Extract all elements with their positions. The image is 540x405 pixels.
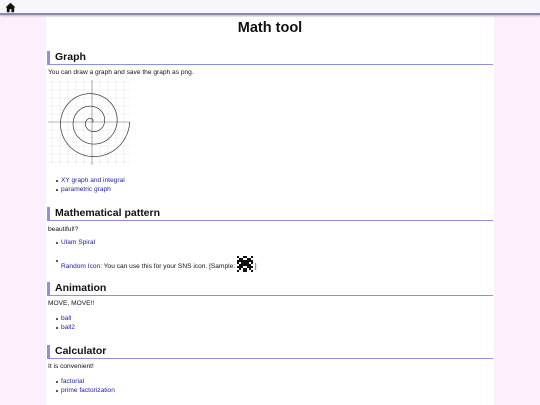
link-ulam-spiral[interactable]: Ulam Spiral [61,239,95,246]
animation-description: MOVE, MOVE!! [48,300,95,307]
main-content: Math tool Graph You can draw a graph and… [46,17,494,405]
list-item: Random Icon: You can use this for your S… [56,247,257,272]
random-icon-note: : You can use this for your SNS icon. [S… [100,263,236,270]
graph-links: XY graph and integral parametric graph [56,176,125,194]
spiral-graph-image [48,80,130,165]
list-item: ball [56,314,75,323]
list-item: factorial [56,377,115,386]
link-parametric-graph[interactable]: parametric graph [61,186,111,193]
random-icon-close: ] [254,263,257,270]
animation-links: ball ball2 [56,314,75,332]
section-heading-calculator: Calculator [47,345,493,359]
section-heading-animation: Animation [47,282,493,296]
list-item: prime factorization [56,386,115,395]
home-icon[interactable] [5,2,16,13]
list-item: parametric graph [56,185,125,194]
pattern-links: Ulam Spiral Random Icon: You can use thi… [56,238,257,272]
random-pattern-icon [236,256,253,272]
list-item: XY graph and integral [56,176,125,185]
link-ball2[interactable]: ball2 [61,324,75,331]
calculator-links: factorial prime factorization [56,377,115,395]
link-xy-graph[interactable]: XY graph and integral [61,177,125,184]
pattern-description: beautiful!? [48,226,79,233]
link-factorial[interactable]: factorial [61,378,84,385]
graph-description: You can draw a graph and save the graph … [48,69,194,76]
top-bar [0,0,540,15]
page-title: Math tool [237,20,303,36]
list-item: Ulam Spiral [56,238,95,247]
link-random-icon[interactable]: Random Icon [61,263,100,270]
link-prime-factorization[interactable]: prime factorization [61,387,115,394]
list-item: ball2 [56,323,75,332]
link-ball[interactable]: ball [61,315,71,322]
calculator-description: It is convenient! [48,363,94,370]
section-heading-graph: Graph [47,51,493,65]
section-heading-pattern: Mathematical pattern [47,207,493,221]
